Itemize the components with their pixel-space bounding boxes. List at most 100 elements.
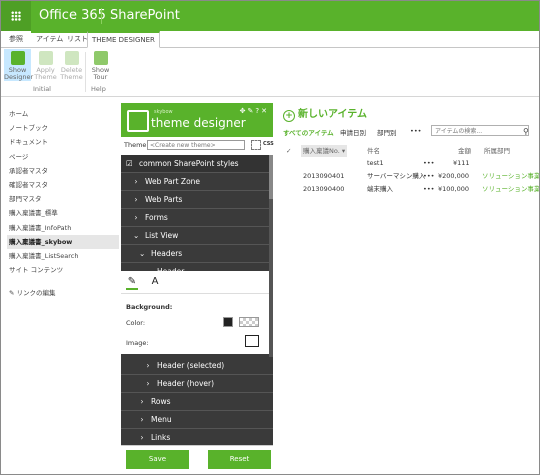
color-reset-icon[interactable] bbox=[223, 317, 233, 327]
more-views-button[interactable]: ••• bbox=[410, 127, 422, 135]
view-selector: すべてのアイテム 申請日別 部門別 ••• アイテムの検索... ⚲ bbox=[283, 125, 538, 139]
delete-theme-button[interactable]: Delete Theme bbox=[58, 49, 85, 81]
tab-items[interactable]: アイテム bbox=[36, 34, 63, 44]
cell-dept[interactable]: ソリューション事業部 bbox=[482, 183, 539, 196]
row-menu-button[interactable]: ••• bbox=[423, 157, 435, 170]
cell-subject[interactable]: サーバーマシン購入 bbox=[367, 170, 425, 183]
panel-scroll-thumb[interactable] bbox=[269, 155, 273, 199]
nav-item-notebook[interactable]: ノートブック bbox=[9, 121, 119, 135]
tab-list[interactable]: リスト bbox=[67, 34, 88, 44]
edit-links[interactable]: ✎ リンクの編集 bbox=[9, 287, 119, 297]
search-input[interactable]: アイテムの検索... bbox=[431, 125, 529, 136]
save-button[interactable]: Save bbox=[126, 450, 189, 469]
new-item-link[interactable]: + 新しいアイテム bbox=[283, 105, 367, 122]
table-row[interactable]: 2013090400 端末購入 ••• ¥100,000 ソリューション事業部 bbox=[283, 183, 539, 196]
tree-item-label: Forms bbox=[145, 213, 168, 222]
group-label-help: Help bbox=[91, 85, 106, 93]
nav-item-confirmer-master[interactable]: 確認者マスタ bbox=[9, 178, 119, 192]
font-style-icon[interactable]: A bbox=[149, 276, 161, 288]
table-row[interactable]: 2013090401 サーバーマシン購入 ••• ¥200,000 ソリューショ… bbox=[283, 170, 539, 183]
reset-button[interactable]: Reset bbox=[208, 450, 271, 469]
nav-item-site-contents[interactable]: サイト コンテンツ bbox=[9, 263, 119, 277]
suite-bar: Office 365 SharePoint bbox=[1, 1, 539, 31]
view-by-department[interactable]: 部門別 bbox=[377, 127, 397, 137]
list-grid: ✓ 購入稟議No. ▾ 件名 金額 所属部門 test1 ••• ¥111 20… bbox=[283, 145, 539, 196]
css-button[interactable]: CSS bbox=[263, 141, 274, 147]
select-all-icon[interactable]: ✓ bbox=[286, 145, 291, 157]
apply-icon bbox=[38, 51, 53, 65]
theme-designer-footer: Save Reset bbox=[121, 445, 273, 474]
tree-item-web-part-zone[interactable]: › Web Part Zone bbox=[121, 173, 273, 191]
col-header-dept[interactable]: 所属部門 bbox=[484, 145, 510, 157]
add-image-icon[interactable] bbox=[245, 335, 259, 347]
chevron-right-icon: › bbox=[140, 397, 144, 406]
ribbon-tabs: 参照 アイテム リスト THEME DESIGNER bbox=[1, 31, 539, 48]
left-navigation: ホーム ノートブック ドキュメント ページ 承認者マスタ 確認者マスタ 部門マス… bbox=[7, 107, 119, 297]
nav-item-pages[interactable]: ページ bbox=[9, 150, 119, 164]
row-menu-button[interactable]: ••• bbox=[423, 170, 435, 183]
theme-select[interactable]: <Create new theme> bbox=[147, 140, 245, 150]
tab-browse[interactable]: 参照 bbox=[9, 34, 23, 44]
cell-subject[interactable]: test1 bbox=[367, 157, 384, 170]
tree-item-common-styles[interactable]: ☑ common SharePoint styles bbox=[121, 155, 273, 173]
chevron-right-icon: › bbox=[134, 195, 138, 204]
cell-subject[interactable]: 端末購入 bbox=[367, 183, 393, 196]
close-icon[interactable]: ✕ bbox=[261, 107, 269, 115]
nav-item-approver-master[interactable]: 承認者マスタ bbox=[9, 164, 119, 178]
table-row[interactable]: test1 ••• ¥111 bbox=[283, 157, 538, 170]
tab-theme-designer[interactable]: THEME DESIGNER bbox=[87, 31, 160, 48]
edit-style-icon[interactable]: ✎ bbox=[126, 276, 138, 290]
element-picker-icon[interactable] bbox=[251, 140, 261, 150]
nav-item-purchase-listsearch[interactable]: 購入稟議書_ListSearch bbox=[9, 249, 119, 263]
tree-item-rows[interactable]: › Rows bbox=[121, 393, 273, 411]
view-by-date[interactable]: 申請日別 bbox=[340, 127, 366, 137]
col-header-no-label: 購入稟議No. bbox=[303, 147, 340, 155]
tree-item-label: Links bbox=[151, 433, 171, 442]
nav-item-purchase-standard[interactable]: 購入稟議書_標準 bbox=[9, 206, 119, 220]
chevron-right-icon: › bbox=[140, 415, 144, 424]
grid-header: ✓ 購入稟議No. ▾ 件名 金額 所属部門 bbox=[283, 145, 538, 157]
col-header-no[interactable]: 購入稟議No. ▾ bbox=[301, 145, 348, 157]
nav-item-purchase-infopath[interactable]: 購入稟議書_InfoPath bbox=[9, 221, 119, 235]
cell-no: 2013090401 bbox=[303, 172, 345, 180]
tree-item-menu[interactable]: › Menu bbox=[121, 411, 273, 429]
window-frame: { "suite": { "brand": "Office 365", "app… bbox=[0, 0, 540, 475]
trash-icon bbox=[64, 51, 79, 65]
col-header-subject[interactable]: 件名 bbox=[367, 145, 380, 157]
theme-designer-tools: ✥✎?✕ bbox=[240, 107, 269, 115]
theme-label: Theme bbox=[124, 141, 147, 149]
tree-item-headers[interactable]: ⌄ Headers bbox=[121, 245, 273, 263]
move-icon[interactable]: ✥ bbox=[240, 107, 248, 115]
designer-icon bbox=[10, 51, 25, 65]
nav-item-department-master[interactable]: 部門マスタ bbox=[9, 192, 119, 206]
view-all-items[interactable]: すべてのアイテム bbox=[283, 127, 334, 137]
tree-item-label: Header (hover) bbox=[157, 379, 215, 388]
contextual-tab-accent bbox=[31, 31, 87, 33]
app-launcher-button[interactable] bbox=[1, 1, 31, 31]
tree-item-web-parts[interactable]: › Web Parts bbox=[121, 191, 273, 209]
plus-icon: + bbox=[283, 110, 295, 122]
nav-item-purchase-skybow[interactable]: 購入稟議書_skybow bbox=[7, 234, 119, 249]
app-title[interactable]: SharePoint bbox=[110, 8, 180, 23]
col-header-amount[interactable]: 金額 bbox=[458, 145, 471, 157]
cell-amount: ¥100,000 bbox=[438, 185, 470, 193]
tree-item-label: List View bbox=[145, 231, 179, 240]
nav-item-documents[interactable]: ドキュメント bbox=[9, 135, 119, 149]
nav-item-home[interactable]: ホーム bbox=[9, 107, 119, 121]
apply-theme-button[interactable]: Apply Theme bbox=[32, 49, 59, 81]
brand-title[interactable]: Office 365 bbox=[39, 8, 106, 23]
search-icon[interactable]: ⚲ bbox=[523, 127, 529, 136]
tree-item-header-hover[interactable]: › Header (hover) bbox=[121, 375, 273, 393]
checkbox-icon: ☑ bbox=[126, 159, 133, 168]
row-menu-button[interactable]: ••• bbox=[423, 183, 435, 196]
tree-item-list-view[interactable]: ⌄ List View bbox=[121, 227, 273, 245]
color-swatch[interactable] bbox=[239, 317, 259, 327]
show-tour-button[interactable]: Show Tour bbox=[87, 49, 114, 81]
show-designer-button[interactable]: Show Designer bbox=[4, 49, 33, 81]
tree-item-forms[interactable]: › Forms bbox=[121, 209, 273, 227]
cell-dept[interactable]: ソリューション事業部 bbox=[482, 170, 539, 183]
image-label: Image: bbox=[126, 339, 149, 347]
tree-item-header-selected[interactable]: › Header (selected) bbox=[121, 357, 273, 375]
color-label: Color: bbox=[126, 319, 146, 327]
cell-no: 2013090400 bbox=[303, 185, 345, 193]
